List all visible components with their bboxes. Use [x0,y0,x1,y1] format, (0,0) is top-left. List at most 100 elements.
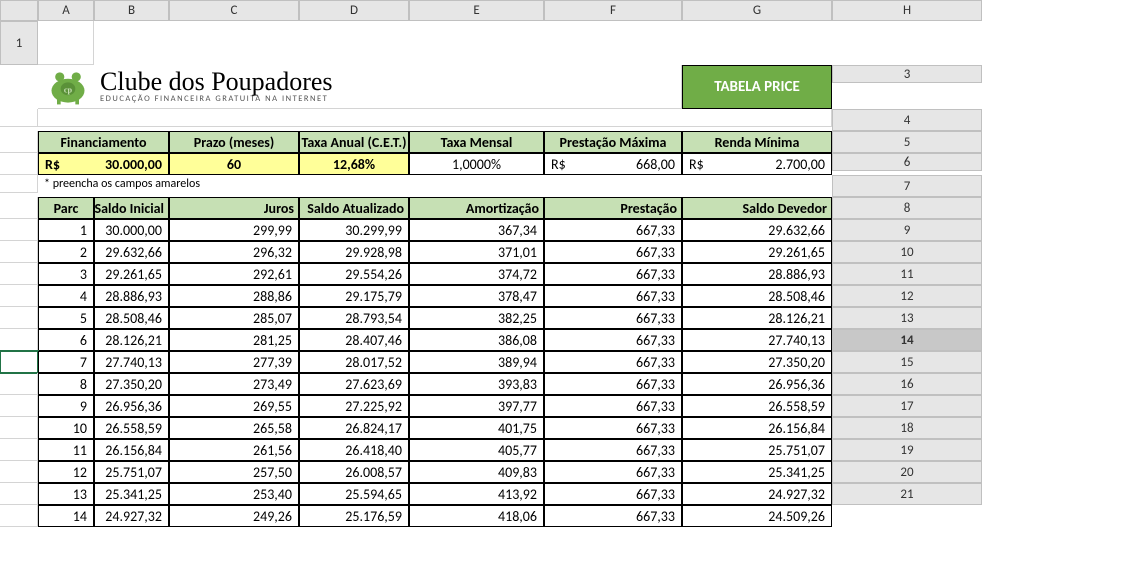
cell-A15[interactable] [0,373,38,395]
row-header-19[interactable]: 19 [832,439,982,461]
cell-saldo-atualizado-2[interactable]: 29.928,98 [299,241,409,263]
cell-saldo-devedor-13[interactable]: 24.927,32 [682,483,832,505]
cell-parc-6[interactable]: 6 [38,329,94,351]
cell-prestacao-12[interactable]: 667,33 [544,461,682,483]
cell-saldo-inicial-13[interactable]: 25.341,25 [94,483,169,505]
cell-juros-11[interactable]: 261,56 [169,439,299,461]
col-header-F[interactable]: F [544,0,682,21]
cell-saldo-atualizado-11[interactable]: 26.418,40 [299,439,409,461]
cell-prestacao-7[interactable]: 667,33 [544,351,682,373]
cell-A14[interactable] [0,351,38,373]
cell-A6[interactable] [0,175,38,193]
cell-parc-8[interactable]: 8 [38,373,94,395]
row-header-18[interactable]: 18 [832,417,982,439]
cell-parc-2[interactable]: 2 [38,241,94,263]
cell-saldo-devedor-4[interactable]: 28.508,46 [682,285,832,307]
cell-juros-2[interactable]: 296,32 [169,241,299,263]
cell-A1[interactable] [38,21,94,65]
cell-parc-4[interactable]: 4 [38,285,94,307]
cell-A9[interactable] [0,241,38,263]
cell-prestacao-3[interactable]: 667,33 [544,263,682,285]
input-taxa-anual[interactable]: 12,68% [299,153,409,175]
row-header-13[interactable]: 13 [832,307,982,329]
cell-parc-7[interactable]: 7 [38,351,94,373]
cell-juros-10[interactable]: 265,58 [169,417,299,439]
cell-juros-13[interactable]: 253,40 [169,483,299,505]
cell-saldo-inicial-11[interactable]: 26.156,84 [94,439,169,461]
spreadsheet-grid[interactable]: A B C D E F G H 1 cp Clube dos Poupadore… [0,0,1146,527]
cell-saldo-atualizado-10[interactable]: 26.824,17 [299,417,409,439]
cell-A12[interactable] [0,307,38,329]
row-header-20[interactable]: 20 [832,461,982,483]
cell-juros-4[interactable]: 288,86 [169,285,299,307]
cell-A7[interactable] [0,197,38,219]
cell-amortizacao-12[interactable]: 409,83 [409,461,544,483]
cell-parc-14[interactable]: 14 [38,505,94,527]
cell-juros-6[interactable]: 281,25 [169,329,299,351]
row-header-16[interactable]: 16 [832,373,982,395]
row-header-6[interactable]: 6 [832,153,982,171]
cell-prestacao-10[interactable]: 667,33 [544,417,682,439]
cell-juros-5[interactable]: 285,07 [169,307,299,329]
cell-prestacao-9[interactable]: 667,33 [544,395,682,417]
cell-saldo-atualizado-8[interactable]: 27.623,69 [299,373,409,395]
cell-saldo-inicial-2[interactable]: 29.632,66 [94,241,169,263]
cell-saldo-atualizado-6[interactable]: 28.407,46 [299,329,409,351]
cell-prestacao-14[interactable]: 667,33 [544,505,682,527]
cell-saldo-devedor-6[interactable]: 27.740,13 [682,329,832,351]
cell-saldo-inicial-4[interactable]: 28.886,93 [94,285,169,307]
row-header-8[interactable]: 8 [832,197,982,219]
cell-prestacao-8[interactable]: 667,33 [544,373,682,395]
row-header-17[interactable]: 17 [832,395,982,417]
cell-saldo-devedor-9[interactable]: 26.558,59 [682,395,832,417]
cell-saldo-atualizado-9[interactable]: 27.225,92 [299,395,409,417]
input-financiamento[interactable]: R$ 30.000,00 [38,153,169,175]
col-header-C[interactable]: C [169,0,299,21]
calc-prest-max[interactable]: R$ 668,00 [544,153,682,175]
cell-A21[interactable] [0,505,38,527]
cell-saldo-atualizado-12[interactable]: 26.008,57 [299,461,409,483]
cell-A4[interactable] [0,131,38,153]
row-header-14[interactable]: 14 [832,329,982,351]
cell-saldo-atualizado-3[interactable]: 29.554,26 [299,263,409,285]
row-header-21[interactable]: 21 [832,483,982,505]
row-header-12[interactable]: 12 [832,285,982,307]
row-header-7[interactable]: 7 [832,175,982,197]
cell-blank-3[interactable] [38,109,832,127]
cell-saldo-devedor-8[interactable]: 26.956,36 [682,373,832,395]
col-header-E[interactable]: E [409,0,544,21]
cell-saldo-devedor-14[interactable]: 24.509,26 [682,505,832,527]
row-header-15[interactable]: 15 [832,351,982,373]
cell-saldo-inicial-10[interactable]: 26.558,59 [94,417,169,439]
cell-A8[interactable] [0,219,38,241]
cell-juros-8[interactable]: 273,49 [169,373,299,395]
cell-saldo-devedor-5[interactable]: 28.126,21 [682,307,832,329]
cell-parc-11[interactable]: 11 [38,439,94,461]
cell-saldo-devedor-1[interactable]: 29.632,66 [682,219,832,241]
cell-A11[interactable] [0,285,38,307]
calc-renda-min[interactable]: R$ 2.700,00 [682,153,832,175]
cell-prestacao-1[interactable]: 667,33 [544,219,682,241]
cell-saldo-inicial-1[interactable]: 30.000,00 [94,219,169,241]
cell-saldo-atualizado-14[interactable]: 25.176,59 [299,505,409,527]
cell-parc-1[interactable]: 1 [38,219,94,241]
row-header-10[interactable]: 10 [832,241,982,263]
cell-saldo-devedor-11[interactable]: 25.751,07 [682,439,832,461]
cell-A17[interactable] [0,417,38,439]
select-all-corner[interactable] [0,0,38,21]
cell-juros-7[interactable]: 277,39 [169,351,299,373]
cell-saldo-inicial-6[interactable]: 28.126,21 [94,329,169,351]
cell-amortizacao-6[interactable]: 386,08 [409,329,544,351]
cell-saldo-inicial-5[interactable]: 28.508,46 [94,307,169,329]
cell-parc-10[interactable]: 10 [38,417,94,439]
cell-A3[interactable] [0,109,38,127]
cell-amortizacao-7[interactable]: 389,94 [409,351,544,373]
cell-A18[interactable] [0,439,38,461]
input-prazo[interactable]: 60 [169,153,299,175]
cell-amortizacao-1[interactable]: 367,34 [409,219,544,241]
cell-saldo-inicial-14[interactable]: 24.927,32 [94,505,169,527]
cell-saldo-inicial-12[interactable]: 25.751,07 [94,461,169,483]
cell-amortizacao-4[interactable]: 378,47 [409,285,544,307]
cell-saldo-atualizado-5[interactable]: 28.793,54 [299,307,409,329]
cell-amortizacao-11[interactable]: 405,77 [409,439,544,461]
